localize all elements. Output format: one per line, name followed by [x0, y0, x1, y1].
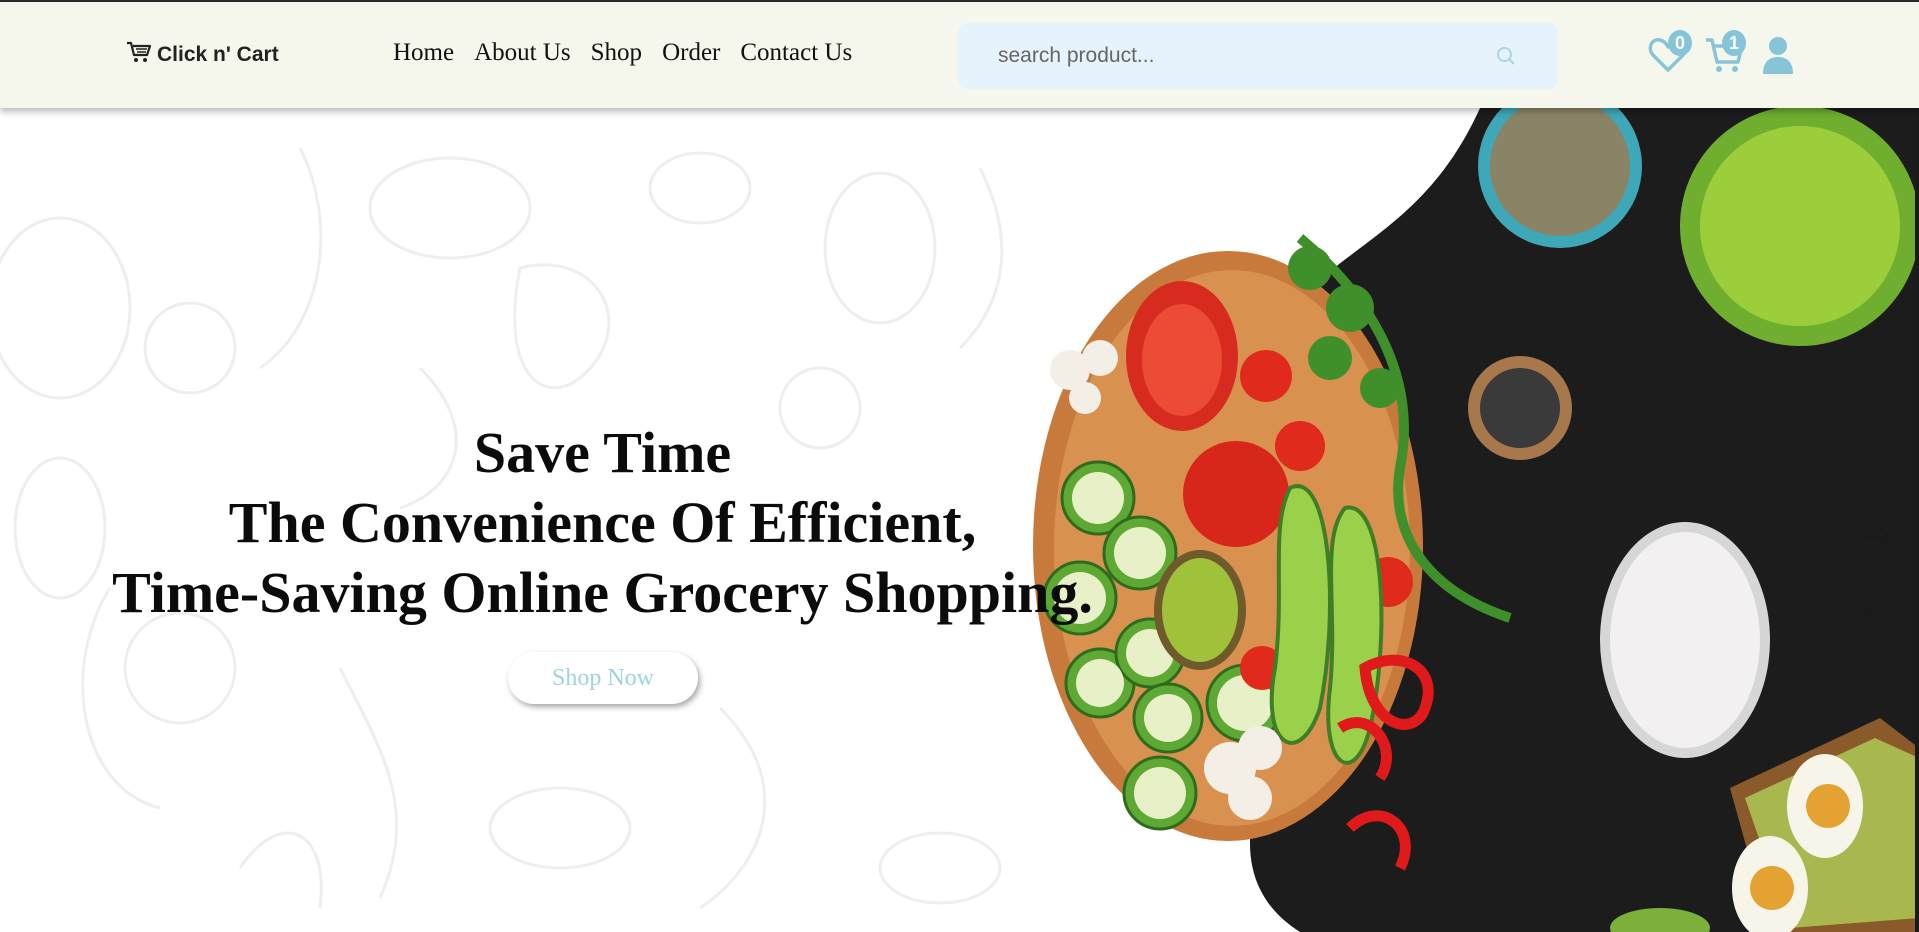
carousel-prev-button[interactable]: [1860, 596, 1892, 631]
cart-button[interactable]: 1: [1704, 30, 1746, 79]
main-nav: Home About Us Shop Order Contact Us: [393, 39, 852, 67]
arrow-left-icon: [1860, 599, 1892, 630]
shop-now-button[interactable]: Shop Now: [508, 652, 698, 704]
hero-title-line-1: Save Time: [473, 420, 732, 485]
nav-contact-us[interactable]: Contact Us: [740, 39, 852, 67]
page-scrollbar[interactable]: [1915, 42, 1919, 932]
hero-banner: Save Time The Convenience Of Efficient, …: [0, 108, 1919, 932]
account-button[interactable]: [1762, 36, 1794, 79]
wishlist-count-badge: 0: [1668, 30, 1692, 56]
carousel-next-button[interactable]: [1860, 522, 1892, 557]
site-header: Click n' Cart Home About Us Shop Order C…: [0, 2, 1919, 108]
cart-icon: [1704, 38, 1744, 78]
hero-title-line-2: The Convenience Of Efficient,: [228, 490, 977, 555]
cart-count-badge: 1: [1722, 30, 1746, 56]
arrow-right-icon: [1860, 525, 1892, 556]
search-icon[interactable]: [1496, 46, 1516, 71]
search-input[interactable]: [958, 23, 1478, 89]
hero-headline: Save Time The Convenience Of Efficient, …: [60, 418, 1145, 628]
wishlist-button[interactable]: 0: [1648, 30, 1692, 79]
hero-title-line-3: Time-Saving Online Grocery Shopping.: [112, 560, 1093, 625]
nav-shop[interactable]: Shop: [591, 39, 642, 67]
nav-home[interactable]: Home: [393, 39, 454, 67]
user-icon: [1762, 37, 1794, 78]
nav-order[interactable]: Order: [662, 39, 720, 67]
nav-about-us[interactable]: About Us: [474, 39, 571, 67]
heart-icon: [1648, 38, 1688, 78]
cart-logo-icon: [125, 40, 153, 69]
logo[interactable]: Click n' Cart: [125, 40, 279, 69]
brand-name: Click n' Cart: [157, 42, 279, 66]
search-bar: [958, 23, 1558, 89]
